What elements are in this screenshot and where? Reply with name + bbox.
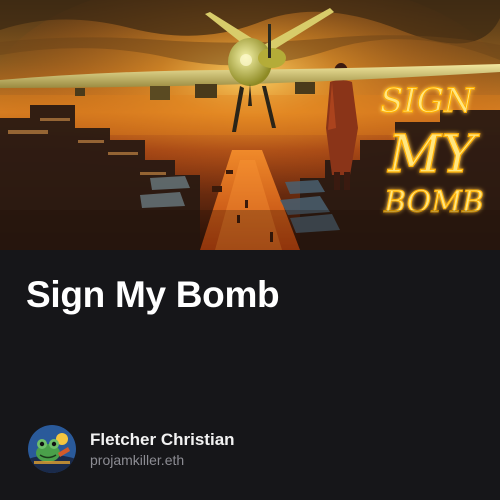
- author-profile[interactable]: Fletcher Christian projamkiller.eth: [28, 424, 468, 474]
- artwork-image[interactable]: SIGN MY BOMB: [0, 0, 500, 250]
- author-name[interactable]: Fletcher Christian: [90, 429, 235, 451]
- neon-word-sign: SIGN: [380, 81, 475, 121]
- author-handle[interactable]: projamkiller.eth: [90, 451, 235, 470]
- frog-avatar-icon: [28, 425, 76, 473]
- neon-word-my: MY: [387, 125, 480, 185]
- page-title: Sign My Bomb: [26, 274, 280, 315]
- artwork-illustration: SIGN MY BOMB: [0, 0, 500, 250]
- nft-card[interactable]: SIGN MY BOMB Sign My Bomb Fletcher Chris…: [0, 0, 500, 500]
- neon-sign-text: SIGN MY BOMB: [380, 81, 485, 221]
- avatar[interactable]: [28, 425, 76, 473]
